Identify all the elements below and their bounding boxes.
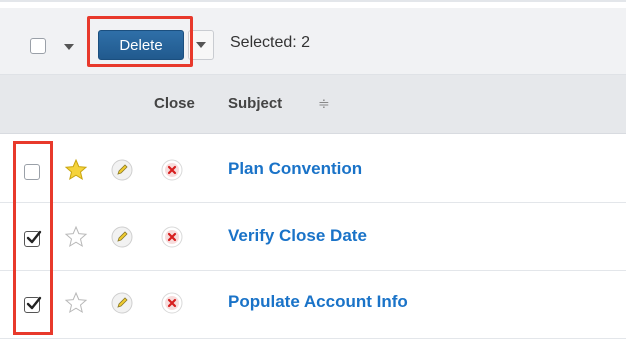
table-header [0, 75, 626, 134]
close-icon[interactable] [160, 225, 184, 249]
mass-select-checkbox[interactable] [20, 28, 86, 62]
subject-link[interactable]: Plan Convention [228, 159, 362, 179]
subject-link[interactable]: Populate Account Info [228, 292, 408, 312]
column-header-subject[interactable]: Subject [228, 95, 282, 112]
top-divider [0, 0, 626, 2]
column-header-close: Close [154, 95, 195, 112]
star-icon[interactable] [64, 225, 88, 249]
pencil-icon[interactable] [110, 225, 134, 249]
delete-highlight-box [87, 16, 193, 67]
selected-count: Selected: 2 [230, 34, 311, 51]
chevron-down-icon [196, 42, 206, 48]
star-icon[interactable] [64, 291, 88, 315]
pencil-icon[interactable] [110, 158, 134, 182]
pencil-icon[interactable] [110, 291, 134, 315]
sort-icon[interactable]: ≑ [318, 95, 330, 112]
chevron-down-icon[interactable] [64, 44, 74, 50]
close-icon[interactable] [160, 158, 184, 182]
checkbox-highlight-box [13, 141, 53, 335]
star-icon[interactable] [64, 158, 88, 182]
subject-link[interactable]: Verify Close Date [228, 226, 367, 246]
close-icon[interactable] [160, 291, 184, 315]
select-all-checkbox[interactable] [30, 38, 46, 54]
